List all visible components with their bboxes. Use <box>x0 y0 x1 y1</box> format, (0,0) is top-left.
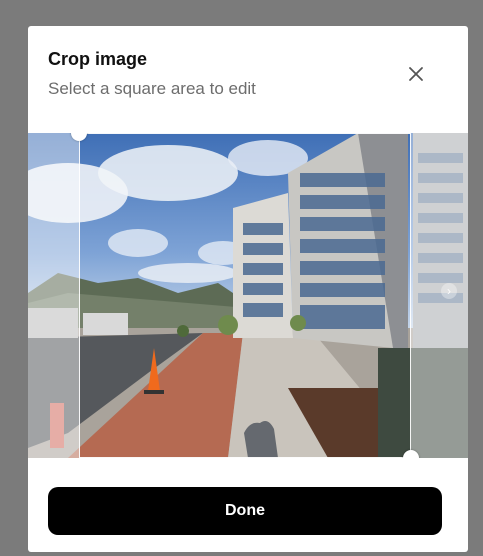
crop-image-dialog: Crop image Select a square area to edit <box>28 26 468 552</box>
chevron-right-icon[interactable]: › <box>441 283 457 299</box>
dialog-title: Crop image <box>48 49 148 69</box>
crop-mask-right <box>411 133 468 458</box>
close-icon[interactable] <box>404 62 428 86</box>
crop-selection-box[interactable] <box>79 133 411 458</box>
dialog-subtitle: Select a square area to edit <box>48 79 256 98</box>
done-button[interactable]: Done <box>48 487 442 535</box>
crop-mask-left <box>28 133 79 458</box>
photo-crop-area[interactable]: › <box>28 133 468 458</box>
